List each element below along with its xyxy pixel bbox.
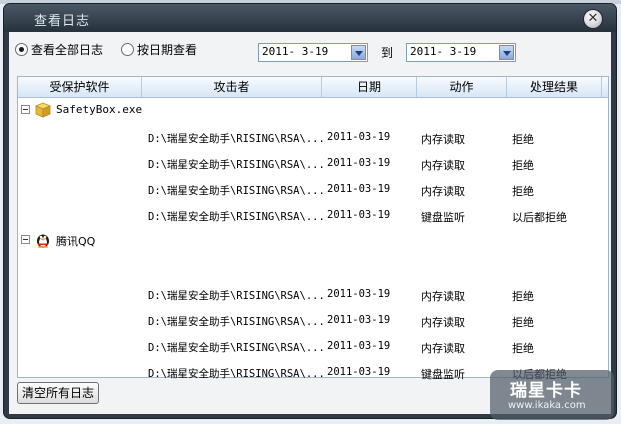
view-all-label: 查看全部日志: [31, 42, 104, 57]
date-cell: 2011-03-19: [327, 183, 391, 195]
group-name: 腾讯QQ: [56, 235, 96, 248]
date-from-picker[interactable]: 2011- 3-19: [258, 43, 368, 62]
date-from-value: 2011- 3-19: [262, 45, 329, 58]
col-action[interactable]: 动作: [417, 77, 507, 97]
close-button[interactable]: ✕: [584, 10, 602, 28]
attacker-cell: D:\瑞星安全助手\RISING\RSA\...: [148, 316, 325, 328]
table-row[interactable]: D:\瑞星安全助手\RISING\RSA\... 2011-03-19 键盘监听…: [18, 202, 603, 228]
by-date-radio[interactable]: 按日期查看: [121, 41, 197, 57]
table-header: 受保护软件 攻击者 日期 动作 处理结果: [18, 77, 608, 98]
action-cell: 键盘监听: [421, 368, 465, 381]
clear-all-logs-button[interactable]: 清空所有日志: [17, 382, 99, 404]
dialog-title: 查看日志: [34, 14, 91, 29]
result-cell: 拒绝: [512, 185, 534, 198]
table-row[interactable]: D:\瑞星安全助手\RISING\RSA\... 2011-03-19 内存读取…: [18, 333, 603, 359]
log-dialog: 查看日志 ✕ 查看全部日志 按日期查看 2011- 3-19 到 2011- 3…: [4, 4, 616, 418]
view-all-radio[interactable]: 查看全部日志: [15, 41, 103, 57]
attacker-cell: D:\瑞星安全助手\RISING\RSA\...: [148, 290, 325, 302]
result-cell: 拒绝: [512, 342, 534, 355]
action-cell: 内存读取: [421, 159, 465, 172]
chevron-down-icon[interactable]: [499, 45, 514, 60]
by-date-label: 按日期查看: [137, 42, 198, 57]
action-cell: 内存读取: [421, 316, 465, 329]
col-protected-software[interactable]: 受保护软件: [18, 77, 142, 97]
date-cell: 2011-03-19: [327, 314, 391, 326]
attacker-cell: D:\瑞星安全助手\RISING\RSA\...: [148, 211, 325, 223]
table-row[interactable]: D:\瑞星安全助手\RISING\RSA\... 2011-03-19 内存读取…: [18, 150, 603, 176]
result-cell: 拒绝: [512, 159, 534, 172]
group-name: SafetyBox.exe: [56, 103, 143, 116]
date-to-value: 2011- 3-19: [410, 45, 477, 58]
attacker-cell: D:\瑞星安全助手\RISING\RSA\...: [148, 368, 325, 380]
col-date[interactable]: 日期: [322, 77, 417, 97]
table-row[interactable]: D:\瑞星安全助手\RISING\RSA\... 2011-03-19 内存读取…: [18, 176, 603, 202]
watermark-brand: 瑞星卡卡: [510, 381, 582, 401]
result-cell: 拒绝: [512, 290, 534, 303]
action-cell: 内存读取: [421, 185, 465, 198]
table-row[interactable]: D:\瑞星安全助手\RISING\RSA\... 2011-03-19 内存读取…: [18, 281, 603, 307]
radio-dot-selected: [15, 42, 28, 56]
attacker-cell: D:\瑞星安全助手\RISING\RSA\...: [148, 185, 325, 197]
dialog-body: 查看全部日志 按日期查看 2011- 3-19 到 2011- 3-19 受保护…: [9, 32, 611, 414]
ikaka-watermark: 瑞星卡卡 www.ikaka.com: [490, 370, 614, 420]
action-cell: 内存读取: [421, 133, 465, 146]
group-row[interactable]: 腾讯QQ: [18, 228, 603, 254]
date-to-picker[interactable]: 2011- 3-19: [406, 43, 516, 62]
result-cell: 拒绝: [512, 133, 534, 146]
collapse-icon[interactable]: [21, 105, 30, 114]
log-table: 受保护软件 攻击者 日期 动作 处理结果 SafetyBox.exe D:\瑞星…: [17, 76, 609, 381]
date-cell: 2011-03-19: [327, 288, 391, 300]
date-cell: 2011-03-19: [327, 209, 391, 221]
collapse-icon[interactable]: [21, 235, 30, 244]
result-cell: 以后都拒绝: [512, 211, 567, 224]
watermark-url: www.ikaka.com: [508, 400, 586, 411]
radio-dot: [121, 42, 134, 56]
title-bar[interactable]: 查看日志 ✕: [4, 4, 616, 32]
col-result[interactable]: 处理结果: [507, 77, 602, 97]
table-row[interactable]: D:\瑞星安全助手\RISING\RSA\... 2011-03-19 内存读取…: [18, 124, 603, 150]
result-cell: 拒绝: [512, 316, 534, 329]
table-row[interactable]: D:\瑞星安全助手\RISING\RSA\... 2011-03-19 内存读取…: [18, 307, 603, 333]
date-cell: 2011-03-19: [327, 157, 391, 169]
date-cell: 2011-03-19: [327, 366, 391, 378]
action-cell: 键盘监听: [421, 211, 465, 224]
col-attacker[interactable]: 攻击者: [142, 77, 322, 97]
action-cell: 内存读取: [421, 342, 465, 355]
chevron-down-icon[interactable]: [351, 45, 366, 60]
attacker-cell: D:\瑞星安全助手\RISING\RSA\...: [148, 159, 325, 171]
to-label: 到: [381, 46, 394, 60]
action-cell: 内存读取: [421, 290, 465, 303]
box-icon: [34, 102, 52, 118]
attacker-cell: D:\瑞星安全助手\RISING\RSA\...: [148, 133, 325, 145]
group-row[interactable]: SafetyBox.exe: [18, 98, 603, 124]
date-cell: 2011-03-19: [327, 131, 391, 143]
close-icon: ✕: [587, 11, 599, 26]
attacker-cell: D:\瑞星安全助手\RISING\RSA\...: [148, 342, 325, 354]
qq-penguin-icon: [37, 234, 49, 248]
date-cell: 2011-03-19: [327, 340, 391, 352]
